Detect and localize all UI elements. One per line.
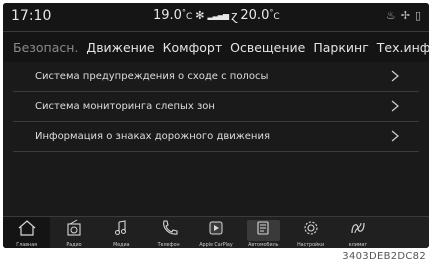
image-caption: 3403DEB2DC82 xyxy=(342,251,426,262)
tab-comfort[interactable]: Комфорт xyxy=(163,40,223,55)
fan-icon: ✻ xyxy=(195,9,205,22)
dock-label: Главная xyxy=(16,243,38,248)
dock-label: Телефон xyxy=(157,243,180,248)
dock-radio[interactable]: Радио xyxy=(50,217,97,248)
dock-carplay[interactable]: Apple CarPlay xyxy=(192,217,239,248)
tab-parking[interactable]: Паркинг xyxy=(313,40,368,55)
climate-status[interactable]: 19.0°C ✻ ▂▃▄▅ ɀ 20.0°C xyxy=(153,8,280,23)
tab-lighting[interactable]: Освещение xyxy=(230,40,305,55)
dock-home[interactable]: Главная xyxy=(3,217,51,248)
infotainment-screen: 17:10 19.0°C ✻ ▂▃▄▅ ɀ 20.0°C ♨ ✢ ▯ Безоп… xyxy=(3,3,429,248)
chevron-right-icon xyxy=(391,100,399,112)
dock-label: Медиа xyxy=(113,243,130,248)
dock-label: климат xyxy=(348,243,368,248)
carplay-icon xyxy=(209,221,223,235)
list-item-label: Система мониторинга слепых зон xyxy=(35,101,215,112)
left-temperature: 19.0°C xyxy=(153,8,193,23)
status-icons: ♨ ✢ ▯ xyxy=(386,9,421,22)
home-icon xyxy=(18,220,36,236)
chevron-right-icon xyxy=(391,70,399,82)
vehicle-icon xyxy=(257,221,269,235)
fan-level-icon: ▂▃▄▅ xyxy=(207,11,229,20)
chevron-right-icon xyxy=(391,130,399,142)
dock-label: Настройки xyxy=(297,243,325,248)
tab-driving[interactable]: Движение xyxy=(86,40,154,55)
tab-tech-info[interactable]: Тех.инфо xyxy=(377,40,429,55)
music-note-icon xyxy=(115,220,127,235)
settings-list: Система предупреждения о сходе с полосы … xyxy=(3,62,429,152)
dock-settings[interactable]: Настройки xyxy=(287,217,334,248)
dock-label: Радио xyxy=(66,243,82,248)
tab-safety[interactable]: Безопасн. xyxy=(13,40,78,55)
right-temperature: 20.0°C xyxy=(240,8,280,23)
status-bar: 17:10 19.0°C ✻ ▂▃▄▅ ɀ 20.0°C ♨ ✢ ▯ xyxy=(3,3,429,32)
blind-spot-monitoring-item[interactable]: Система мониторинга слепых зон xyxy=(13,92,419,122)
gear-icon xyxy=(304,221,318,235)
phone-icon xyxy=(162,220,178,235)
clock: 17:10 xyxy=(11,8,52,24)
bottom-dock: Главная Радио Медиа Телефон Apple CarPla… xyxy=(3,216,429,248)
dock-climate[interactable]: климат xyxy=(334,217,381,248)
seat-heat-icon: ♨ xyxy=(385,9,396,22)
list-item-label: Информация о знаках дорожного движения xyxy=(35,131,270,142)
lane-departure-warning-item[interactable]: Система предупреждения о сходе с полосы xyxy=(13,62,419,92)
dock-label: Автомобиль xyxy=(248,243,279,248)
traffic-sign-information-item[interactable]: Информация о знаках дорожного движения xyxy=(13,122,419,152)
dock-phone[interactable]: Телефон xyxy=(145,217,192,248)
seat-cool-icon: ✢ xyxy=(400,9,410,22)
climate-icon xyxy=(351,222,365,234)
settings-tabs: Безопасн. Движение Комфорт Освещение Пар… xyxy=(3,32,429,62)
phone-battery-icon: ▯ xyxy=(414,9,421,22)
dock-vehicle[interactable]: Автомобиль xyxy=(240,217,287,248)
seat-airflow-icon: ɀ xyxy=(231,8,238,23)
dock-label: Apple CarPlay xyxy=(199,243,233,248)
list-item-label: Система предупреждения о сходе с полосы xyxy=(35,71,269,82)
radio-icon xyxy=(67,219,81,236)
dock-media[interactable]: Медиа xyxy=(98,217,145,248)
